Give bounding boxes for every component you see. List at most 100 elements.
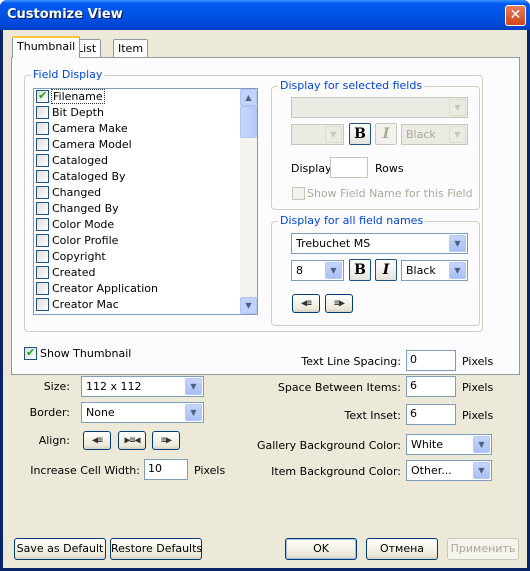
thumbnail-align-center-icon[interactable]: ▶≡◀ [118, 431, 146, 450]
list-item-cataloged[interactable]: Cataloged [34, 153, 257, 169]
chevron-down-icon: ▼ [449, 262, 466, 279]
list-item-label: Changed [52, 186, 102, 199]
field-list-scrollbar[interactable]: ▲ ▼ [240, 89, 257, 314]
all-size-select[interactable]: 8 ▼ [291, 260, 344, 281]
list-item-color-mode[interactable]: Color Mode [34, 217, 257, 233]
selected-fields-group: Display for selected fields ▼ ▼ B I Blac… [271, 79, 480, 210]
checkbox[interactable] [36, 282, 49, 295]
tab-item-label: Item [118, 42, 144, 55]
scroll-down-icon[interactable]: ▼ [240, 297, 257, 314]
selected-size-select[interactable]: ▼ [291, 124, 344, 145]
close-button[interactable]: ✕ [505, 5, 526, 26]
list-item-label: Created [52, 266, 96, 279]
all-color-select[interactable]: Black ▼ [401, 260, 468, 281]
list-item-changed-by[interactable]: Changed By [34, 201, 257, 217]
thumbnail-align-left-icon[interactable]: ◀≡ [83, 431, 111, 450]
field-display-group: Field Display Filename Bit Depth Camera … [24, 68, 483, 332]
list-item-camera-make[interactable]: Camera Make [34, 121, 257, 137]
list-item-filename[interactable]: Filename [34, 89, 257, 105]
align-right-icon[interactable]: ≡▶ [325, 294, 353, 313]
checkbox[interactable] [36, 218, 49, 231]
space-between-label: Space Between Items: [277, 381, 401, 394]
all-bold-button[interactable]: B [349, 259, 371, 281]
checkbox[interactable] [36, 266, 49, 279]
item-bg-select[interactable]: Other... ▼ [406, 460, 492, 481]
chevron-down-icon: ▼ [185, 404, 202, 421]
list-item-creator-mac[interactable]: Creator Mac [34, 297, 257, 313]
chevron-down-icon: ▼ [473, 436, 490, 453]
title-bar[interactable]: Customize View ✕ [0, 0, 530, 30]
checkbox[interactable] [36, 122, 49, 135]
list-item-creator-application[interactable]: Creator Application [34, 281, 257, 297]
list-item-changed[interactable]: Changed [34, 185, 257, 201]
checkbox[interactable] [36, 298, 49, 311]
checkbox[interactable] [36, 138, 49, 151]
thumbnail-size-select[interactable]: 112 x 112 ▼ [81, 376, 204, 397]
list-item-bit-depth[interactable]: Bit Depth [34, 105, 257, 121]
text-inset-input[interactable]: 6 [406, 404, 456, 425]
checkbox[interactable] [36, 154, 49, 167]
chevron-down-icon: ▼ [449, 126, 466, 143]
field-list[interactable]: Filename Bit Depth Camera Make Camera Mo… [33, 88, 258, 315]
space-between-input[interactable]: 6 [406, 376, 456, 397]
all-font-select[interactable]: Trebuchet MS ▼ [291, 233, 468, 254]
list-item-created[interactable]: Created [34, 265, 257, 281]
list-item-label: Cataloged By [52, 170, 126, 183]
cancel-button[interactable]: Отмена [366, 538, 438, 560]
list-item-copyright[interactable]: Copyright [34, 249, 257, 265]
restore-defaults-button[interactable]: Restore Defaults [110, 538, 202, 560]
save-as-default-button[interactable]: Save as Default [14, 538, 106, 560]
apply-button[interactable]: Применить [447, 538, 519, 560]
selected-color-select[interactable]: Black ▼ [401, 124, 468, 145]
scrollbar-thumb[interactable] [240, 106, 257, 138]
tab-thumbnail[interactable]: Thumbnail [12, 36, 81, 58]
show-thumbnail-checkbox[interactable] [24, 346, 37, 360]
checkbox[interactable] [36, 89, 49, 103]
cell-width-unit: Pixels [194, 464, 226, 477]
chevron-down-icon: ▼ [473, 462, 490, 479]
cell-width-input[interactable]: 10 [144, 459, 188, 480]
checkbox[interactable] [36, 234, 49, 247]
list-item-camera-model[interactable]: Camera Model [34, 137, 257, 153]
gallery-bg-select[interactable]: White ▼ [406, 434, 492, 455]
list-item-label: Color Mode [52, 218, 115, 231]
show-field-name-checkbox[interactable] [292, 187, 305, 200]
space-between-unit: Pixels [462, 381, 494, 394]
selected-bold-button[interactable]: B [349, 123, 371, 145]
checkbox[interactable] [36, 186, 49, 199]
checkbox[interactable] [36, 170, 49, 183]
ok-button[interactable]: OK [285, 538, 357, 560]
selected-font-select[interactable]: ▼ [291, 97, 468, 118]
chevron-down-icon: ▼ [325, 126, 342, 143]
tab-thumbnail-label: Thumbnail [17, 40, 76, 53]
text-inset-unit: Pixels [462, 409, 494, 422]
list-item-color-profile[interactable]: Color Profile [34, 233, 257, 249]
size-label: Size: [43, 380, 70, 393]
text-line-spacing-input[interactable]: 0 [406, 350, 456, 371]
thumbnail-border-select[interactable]: None ▼ [81, 402, 204, 423]
list-item-cataloged-by[interactable]: Cataloged By [34, 169, 257, 185]
list-item-label: Creator Mac [52, 298, 119, 311]
list-item-label: Copyright [52, 250, 106, 263]
thumbnail-size-value: 112 x 112 [86, 380, 142, 393]
border-label: Border: [29, 406, 70, 419]
list-item-label: Color Profile [52, 234, 119, 247]
scroll-up-icon[interactable]: ▲ [240, 89, 257, 106]
thumbnail-tab-panel: Field Display Filename Bit Depth Camera … [11, 57, 520, 375]
thumbnail-align-right-icon[interactable]: ≡▶ [152, 431, 180, 450]
all-fields-group: Display for all field names Trebuchet MS… [271, 214, 480, 326]
all-italic-button[interactable]: I [375, 259, 397, 281]
selected-italic-button[interactable]: I [375, 123, 397, 145]
text-line-spacing-unit: Pixels [462, 355, 494, 368]
align-left-icon[interactable]: ◀≡ [292, 294, 320, 313]
show-thumbnail-label: Show Thumbnail [40, 347, 132, 360]
tab-item[interactable]: Item [113, 39, 149, 57]
text-inset-label: Text Inset: [344, 409, 401, 422]
checkbox[interactable] [36, 202, 49, 215]
checkbox[interactable] [36, 250, 49, 263]
rows-input[interactable] [330, 157, 368, 178]
checkbox[interactable] [36, 106, 49, 119]
item-bg-label: Item Background Color: [271, 465, 401, 478]
item-bg-value: Other... [411, 464, 452, 477]
chevron-down-icon: ▼ [449, 99, 466, 116]
